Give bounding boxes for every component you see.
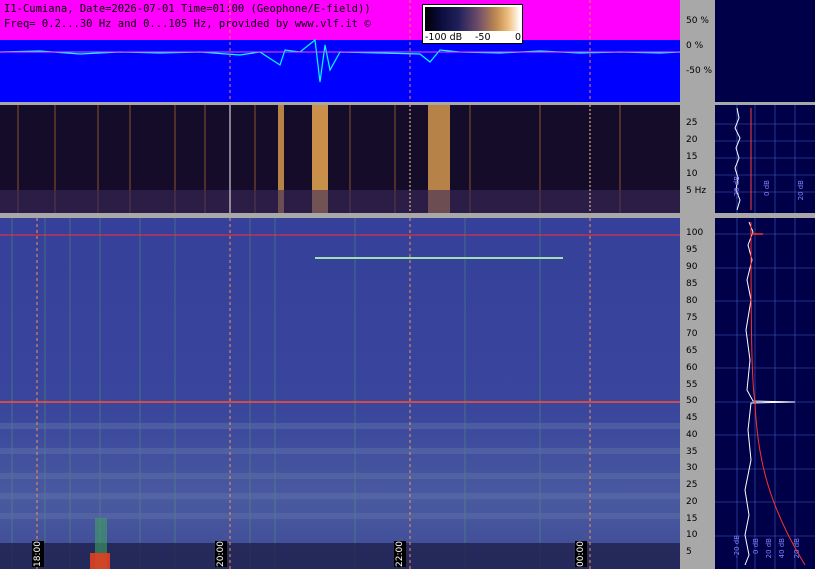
mid-axis-tick: 10 [686, 169, 698, 179]
main-axis-tick: 50 [686, 396, 698, 406]
main-axis-tick: 65 [686, 346, 698, 356]
main-spectrogram [0, 218, 680, 569]
spectrum-profile-column: -20 dB 0 dB 20 dB -20 dB 0 dB 20 dB 40 d… [715, 0, 815, 569]
mid-axis-tick: 20 [686, 135, 698, 145]
right-mid-label: -20 dB [733, 176, 741, 199]
right-main-label: 20 dB [793, 538, 801, 559]
main-axis-tick: 80 [686, 296, 698, 306]
main-axis-tick: 55 [686, 380, 698, 390]
right-main-label: 20 dB [765, 538, 773, 559]
main-axis-tick: 10 [686, 530, 698, 540]
low-freq-spectrogram-marks [0, 105, 680, 213]
colorbar-mid-label: -50 [475, 32, 491, 43]
main-axis-tick: 45 [686, 413, 698, 423]
right-main-label: 40 dB [778, 538, 786, 559]
main-axis-tick: 90 [686, 262, 698, 272]
colorbar-min-label: -100 dB [425, 32, 463, 43]
main-axis-tick: 30 [686, 463, 698, 473]
main-axis-tick: 100 [686, 228, 704, 238]
colorbar-gradient [425, 7, 520, 31]
main-axis-tick: 75 [686, 313, 698, 323]
colorbar-max-label: 0 [515, 32, 522, 43]
main-axis-tick: 25 [686, 480, 698, 490]
main-axis-tick: 70 [686, 329, 698, 339]
low-freq-spectrogram [0, 105, 680, 213]
time-label-22: 22:00 [394, 541, 406, 567]
spectrum-profile-plot [715, 102, 815, 569]
main-axis-tick: 40 [686, 430, 698, 440]
header-title-line: I1-Cumiana, Date=2026-07-01 Time=01:00 (… [4, 3, 371, 15]
mid-axis-tick: 5 Hz [686, 186, 707, 196]
amplitude-panel: I1-Cumiana, Date=2026-07-01 Time=01:00 (… [0, 0, 680, 102]
top-axis-tick: 50 % [686, 16, 709, 26]
main-axis-tick: 60 [686, 363, 698, 373]
main-axis-tick: 85 [686, 279, 698, 289]
main-axis-tick: 95 [686, 245, 698, 255]
top-axis-tick: 0 % [686, 41, 704, 51]
main-axis-tick: 15 [686, 514, 698, 524]
right-main-label: 0 dB [752, 538, 760, 554]
top-axis-tick: -50 % [686, 66, 713, 76]
colorbar-legend: -100 dB -50 0 [422, 4, 523, 44]
right-mid-label: 0 dB [763, 180, 771, 196]
time-label-20: 20:00 [215, 541, 227, 567]
main-axis-tick: 5 [686, 547, 692, 557]
main-axis-tick: 35 [686, 447, 698, 457]
main-axis-tick: 20 [686, 497, 698, 507]
mid-axis-tick: 25 [686, 118, 698, 128]
mid-axis-tick: 15 [686, 152, 698, 162]
right-mid-label: 20 dB [797, 180, 805, 201]
right-main-label: -20 dB [733, 535, 741, 558]
amplitude-trace [0, 0, 680, 102]
main-spectrogram-marks [0, 218, 680, 569]
time-label-00: 00:00 [575, 541, 587, 567]
time-label-18: 18:00 [32, 541, 44, 567]
header-freq-line: Freq= 0.2...30 Hz and 0...105 Hz, provid… [4, 18, 371, 30]
